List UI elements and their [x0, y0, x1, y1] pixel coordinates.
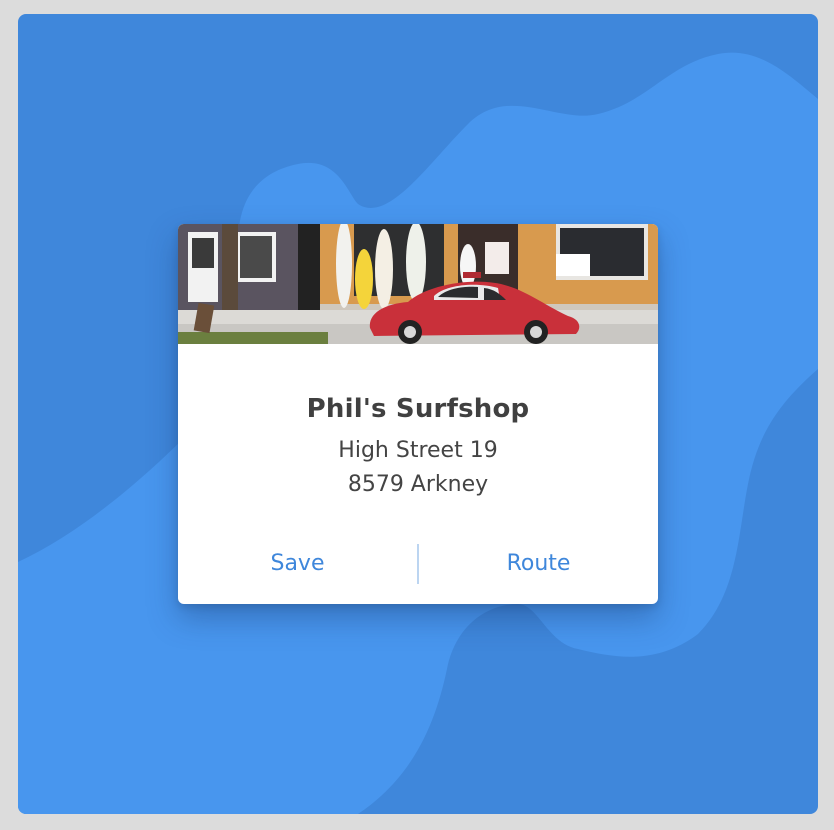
card-actions: Save Route: [178, 544, 658, 584]
map-background: Phil's Surfshop High Street 19 8579 Arkn…: [18, 14, 818, 814]
place-card: Phil's Surfshop High Street 19 8579 Arkn…: [178, 224, 658, 604]
save-button[interactable]: Save: [178, 544, 417, 584]
place-photo: [178, 224, 658, 344]
place-title: Phil's Surfshop: [306, 394, 530, 424]
route-button[interactable]: Route: [419, 544, 658, 584]
address-line-1: High Street 19: [338, 438, 498, 463]
address-line-2: 8579 Arkney: [347, 472, 489, 497]
